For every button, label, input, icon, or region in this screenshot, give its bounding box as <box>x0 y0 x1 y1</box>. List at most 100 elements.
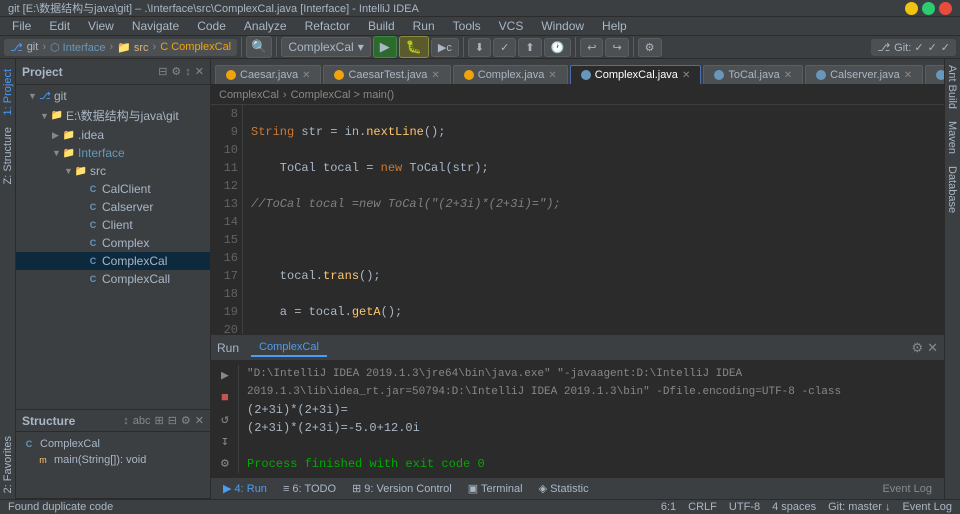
tool-statistic-button[interactable]: ◈ Statistic <box>533 482 595 495</box>
tab-caesar-close[interactable]: ✕ <box>302 70 310 81</box>
menu-view[interactable]: View <box>80 17 122 35</box>
coverage-button[interactable]: ▶c <box>431 38 459 57</box>
tab-calserver[interactable]: Calserver.java ✕ <box>805 65 923 84</box>
menu-code[interactable]: Code <box>189 17 234 35</box>
src-folder-icon: 📁 <box>74 164 88 178</box>
status-indent[interactable]: 4 spaces <box>772 501 816 513</box>
structure-settings-icon[interactable]: ⚙ <box>181 414 191 427</box>
tree-item-git[interactable]: ▼ ⎇ git <box>16 87 210 105</box>
status-eventlog[interactable]: Event Log <box>902 501 952 513</box>
tree-item-path[interactable]: ▼ 📁 E:\数据结构与java\git <box>16 105 210 126</box>
right-tab-database[interactable]: Database <box>945 160 960 219</box>
structure-expand-icon[interactable]: ⊞ <box>154 414 163 427</box>
vcs-push-button[interactable]: ⬆ <box>518 38 541 57</box>
tree-item-interface[interactable]: ▼ 📁 Interface <box>16 144 210 162</box>
tab-complexcal-close[interactable]: ✕ <box>682 70 690 81</box>
status-linesep[interactable]: CRLF <box>688 501 717 513</box>
collapse-all-icon[interactable]: ⊟ <box>158 65 167 78</box>
sidebar-tab-project[interactable]: 1: Project <box>0 63 16 121</box>
tab-complexcal[interactable]: ComplexCal.java ✕ <box>570 65 702 84</box>
run-tab-complexcal[interactable]: ComplexCal <box>251 339 327 357</box>
tab-caesar[interactable]: Caesar.java ✕ <box>215 65 321 84</box>
structure-class-label: ComplexCal <box>40 438 100 450</box>
run-play-button[interactable]: ▶ <box>221 367 236 385</box>
tree-item-calclient[interactable]: C CalClient <box>16 180 210 198</box>
menu-file[interactable]: File <box>4 17 39 35</box>
structure-collapse-icon[interactable]: ⊟ <box>168 414 177 427</box>
redo-button[interactable]: ↪ <box>605 38 628 57</box>
menu-vcs[interactable]: VCS <box>491 17 532 35</box>
code-content[interactable]: String str = in.nextLine(); ToCal tocal … <box>243 105 944 334</box>
debug-button[interactable]: 🐛 <box>399 36 429 58</box>
status-position[interactable]: 6:1 <box>661 501 676 513</box>
menu-navigate[interactable]: Navigate <box>124 17 187 35</box>
tree-item-idea[interactable]: ▶ 📁 .idea <box>16 126 210 144</box>
tool-run-button[interactable]: ▶ 4: Run <box>217 482 273 495</box>
run-config-selector[interactable]: ComplexCal ▾ <box>281 37 370 57</box>
status-git[interactable]: Git: master ↓ <box>828 501 890 513</box>
structure-sort-icon[interactable]: ↕ <box>123 415 129 427</box>
menu-window[interactable]: Window <box>533 17 592 35</box>
tab-complex[interactable]: Complex.java ✕ <box>453 65 568 84</box>
minimize-button[interactable] <box>905 2 918 15</box>
run-scroll-button[interactable]: ↧ <box>221 433 236 451</box>
tab-tocal-close[interactable]: ✕ <box>784 70 792 81</box>
tab-complex-close[interactable]: ✕ <box>548 70 556 81</box>
event-log-label[interactable]: Event Log <box>876 483 938 495</box>
git-more-icon: ✓ <box>941 41 950 54</box>
code-editor[interactable]: ComplexCal › ComplexCal > main() 8 9 10 … <box>211 85 944 334</box>
tree-item-client[interactable]: C Client <box>16 216 210 234</box>
vcs-history-button[interactable]: 🕐 <box>544 38 572 57</box>
expand-icon[interactable]: ↕ <box>185 66 191 78</box>
settings-icon[interactable]: ⚙ <box>171 65 181 78</box>
maximize-button[interactable] <box>922 2 935 15</box>
menu-help[interactable]: Help <box>594 17 635 35</box>
tab-calclient[interactable]: CalClient.java ✕ <box>925 65 944 84</box>
sidebar-tab-structure[interactable]: Z: Structure <box>0 121 16 190</box>
git-status[interactable]: ⎇ Git: ✓ ✓ ✓ <box>871 39 956 56</box>
right-tab-maven[interactable]: Maven <box>945 115 960 160</box>
tree-item-complexcal[interactable]: C ComplexCal <box>16 252 210 270</box>
tab-calserver-close[interactable]: ✕ <box>904 70 912 81</box>
run-rerun-button[interactable]: ↺ <box>221 411 236 429</box>
git-breadcrumb[interactable]: ⎇ git › ⬡ Interface › 📁 src › C ComplexC… <box>4 39 237 56</box>
structure-class-item[interactable]: C ComplexCal <box>22 436 204 452</box>
close-panel-icon[interactable]: ✕ <box>195 65 204 78</box>
tree-item-calserver[interactable]: C Calserver <box>16 198 210 216</box>
status-encoding[interactable]: UTF-8 <box>729 501 760 513</box>
run-stop-button[interactable]: ■ <box>221 389 236 407</box>
settings-button[interactable]: ⚙ <box>638 38 662 57</box>
tool-vcs-button[interactable]: ⊞ 9: Version Control <box>346 482 458 495</box>
vcs-commit-button[interactable]: ✓ <box>493 38 516 57</box>
tree-item-complexcall[interactable]: C ComplexCall <box>16 270 210 288</box>
vcs-update-button[interactable]: ⬇ <box>468 38 491 57</box>
structure-abc-icon[interactable]: abc <box>133 415 151 427</box>
toolbar-separator-4 <box>575 37 576 57</box>
run-settings-button[interactable]: ⚙ <box>911 340 923 356</box>
menu-edit[interactable]: Edit <box>41 17 78 35</box>
run-button[interactable]: ▶ <box>373 36 397 58</box>
tree-item-complex[interactable]: C Complex <box>16 234 210 252</box>
tree-item-src[interactable]: ▼ 📁 src <box>16 162 210 180</box>
tool-terminal-button[interactable]: ▣ Terminal <box>462 482 529 495</box>
search-everywhere-button[interactable]: 🔍 <box>246 36 272 58</box>
structure-close-icon[interactable]: ✕ <box>195 414 204 427</box>
close-button[interactable] <box>939 2 952 15</box>
menu-analyze[interactable]: Analyze <box>236 17 295 35</box>
tab-caesartest-close[interactable]: ✕ <box>431 70 439 81</box>
structure-method-item[interactable]: m main(String[]): void <box>22 452 204 468</box>
menu-build[interactable]: Build <box>360 17 403 35</box>
run-close-button[interactable]: ✕ <box>927 340 938 356</box>
run-filter-button[interactable]: ⚙ <box>221 455 236 473</box>
code-area[interactable]: 8 9 10 11 12 13 14 15 16 17 18 19 20 <box>211 105 944 334</box>
menu-run[interactable]: Run <box>405 17 443 35</box>
undo-button[interactable]: ↩ <box>580 38 603 57</box>
menu-tools[interactable]: Tools <box>445 17 489 35</box>
tab-tocal[interactable]: ToCal.java ✕ <box>703 65 803 84</box>
sidebar-tab-favorites[interactable]: 2: Favorites <box>0 430 16 499</box>
tab-caesartest[interactable]: CaesarTest.java ✕ <box>323 65 450 84</box>
menu-refactor[interactable]: Refactor <box>297 17 358 35</box>
tool-todo-button[interactable]: ≡ 6: TODO <box>277 483 342 495</box>
structure-title: Structure <box>22 414 75 428</box>
right-tab-ant[interactable]: Ant Build <box>945 59 960 115</box>
